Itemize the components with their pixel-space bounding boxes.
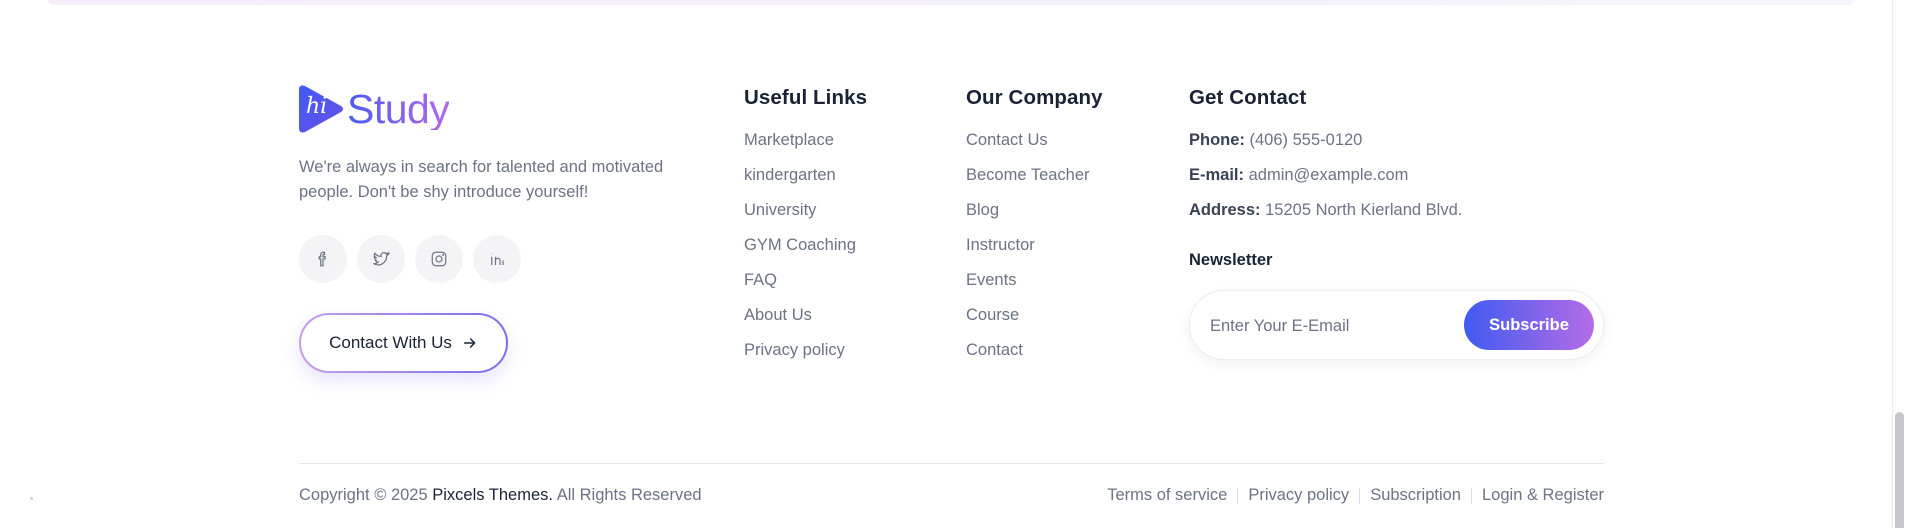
legal-link-privacy[interactable]: Privacy policy (1248, 486, 1349, 505)
site-logo[interactable]: hi Study (299, 84, 450, 134)
page-scrollbar[interactable] (1892, 0, 1907, 528)
footer-link-become-teacher[interactable]: Become Teacher (966, 165, 1103, 200)
newsletter-title: Newsletter (1189, 251, 1273, 269)
facebook-icon (318, 251, 326, 267)
legal-separator (1471, 487, 1472, 504)
footer-link-university[interactable]: University (744, 200, 867, 235)
phone-value[interactable]: (406) 555-0120 (1250, 131, 1363, 149)
footer-link-course[interactable]: Course (966, 305, 1103, 340)
scrollbar-thumb[interactable] (1895, 412, 1904, 528)
legal-separator (1237, 487, 1239, 504)
contact-phone: Phone: (406) 555-0120 (1189, 130, 1462, 165)
footer-link-about-us[interactable]: About Us (744, 305, 867, 340)
logo-text: Study (347, 85, 450, 132)
footer-divider (299, 463, 1604, 464)
copyright-text: Copyright © 2025 Pixcels Themes. All Rig… (299, 486, 702, 505)
top-section-edge (48, 0, 1854, 5)
logo-badge-icon: hi (299, 84, 345, 134)
useful-links-column: Useful Links Marketplace kindergarten Un… (744, 86, 867, 375)
footer-link-instructor[interactable]: Instructor (966, 235, 1103, 270)
footer-link-marketplace[interactable]: Marketplace (744, 130, 867, 165)
legal-separator (1359, 487, 1361, 504)
social-facebook[interactable] (299, 235, 347, 283)
copyright-brand-link[interactable]: Pixcels Themes. (432, 486, 553, 504)
contact-with-us-button[interactable]: Contact With Us (299, 313, 508, 373)
address-value: 15205 North Kierland Blvd. (1265, 201, 1463, 219)
contact-button-label: Contact With Us (329, 333, 452, 352)
copyright-suffix: All Rights Reserved (556, 486, 702, 504)
address-label: Address: (1189, 201, 1261, 219)
footer-link-contact[interactable]: Contact (966, 340, 1103, 375)
footer-link-kindergarten[interactable]: kindergarten (744, 165, 867, 200)
footer-link-privacy-policy[interactable]: Privacy policy (744, 340, 867, 375)
contact-address: Address: 15205 North Kierland Blvd. (1189, 200, 1462, 235)
social-linkedin[interactable] (473, 235, 521, 283)
social-links (299, 235, 521, 283)
email-label: E-mail: (1189, 166, 1245, 184)
contact-email: E-mail: admin@example.com (1189, 165, 1462, 200)
footer-link-faq[interactable]: FAQ (744, 270, 867, 305)
our-company-column: Our Company Contact Us Become Teacher Bl… (966, 86, 1103, 375)
copyright-prefix: Copyright © 2025 (299, 486, 428, 504)
useful-links-title: Useful Links (744, 86, 868, 109)
legal-link-terms[interactable]: Terms of service (1107, 486, 1227, 505)
linkedin-icon (491, 253, 504, 265)
legal-links: Terms of service Privacy policy Subscrip… (1107, 486, 1604, 505)
social-instagram[interactable] (415, 235, 463, 283)
subscribe-button[interactable]: Subscribe (1464, 300, 1594, 350)
footer-link-events[interactable]: Events (966, 270, 1103, 305)
phone-label: Phone: (1189, 131, 1245, 149)
email-value[interactable]: admin@example.com (1249, 166, 1409, 184)
get-contact-column: Get Contact Phone: (406) 555-0120 E-mail… (1189, 86, 1462, 235)
legal-link-login-register[interactable]: Login & Register (1482, 486, 1604, 505)
twitter-icon (373, 251, 390, 266)
get-contact-title: Get Contact (1189, 86, 1307, 109)
footer-link-contact-us[interactable]: Contact Us (966, 130, 1103, 165)
our-company-title: Our Company (966, 86, 1103, 109)
newsletter-form: Subscribe (1189, 290, 1604, 360)
footer-link-blog[interactable]: Blog (966, 200, 1103, 235)
logo-mark: hi (306, 94, 328, 119)
about-text: We're always in search for talented and … (299, 158, 664, 201)
instagram-icon (431, 251, 447, 267)
footer-link-gym-coaching[interactable]: GYM Coaching (744, 235, 867, 270)
legal-link-subscription[interactable]: Subscription (1370, 486, 1461, 505)
decorative-dot (30, 497, 33, 500)
newsletter-email-input[interactable] (1210, 311, 1440, 341)
arrow-right-icon (463, 338, 476, 348)
social-twitter[interactable] (357, 235, 405, 283)
